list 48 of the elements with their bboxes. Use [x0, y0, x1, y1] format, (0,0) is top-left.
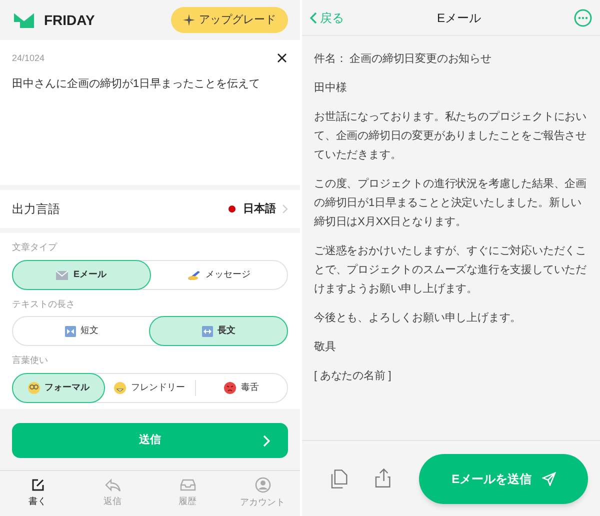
reply-icon [104, 478, 120, 492]
share-icon[interactable] [374, 468, 394, 490]
angry-face-icon [224, 382, 236, 394]
section-label: 言葉使い [12, 354, 49, 367]
grinning-face-icon [114, 382, 126, 394]
segment-option[interactable]: 毒舌 [195, 372, 288, 402]
screen-title: Eメール [436, 10, 481, 26]
copy-icon[interactable] [330, 468, 348, 488]
section-label: 文章タイプ [12, 241, 58, 254]
segment-option[interactable]: 短文 [12, 316, 151, 346]
envelope-logo-icon [12, 10, 36, 30]
email-paragraph: お世話になっております。私たちのプロジェクトにおいて、企画の締切日の変更がありましたことをご報告させていただきます。 [314, 110, 588, 163]
character-counter: 24/1024 [12, 52, 45, 65]
writing-hand-icon [186, 270, 200, 280]
user-circle-icon [254, 477, 270, 494]
segment-option[interactable]: Eメール [12, 260, 151, 290]
segment-option[interactable]: フォーマル [12, 372, 105, 402]
email-paragraph: 今後とも、よろしくお願い申し上げます。 [314, 311, 522, 326]
chevron-right-icon [282, 204, 288, 214]
app-name: FRIDAY [44, 10, 95, 30]
email-paragraph: この度、プロジェクトの進行状況を考慮した結果、企画の締切日が1日早まることと決定いたしました。新しい締切日はX月XX日となります。 [314, 176, 588, 230]
paper-plane-icon [542, 472, 556, 486]
segment-option[interactable]: メッセージ [149, 260, 288, 290]
chevron-right-icon [263, 434, 270, 446]
skip-icon [64, 326, 76, 336]
email-paragraph: 敬具 [314, 340, 337, 355]
language-value[interactable]: 日本語 [243, 200, 276, 218]
output-language-label: 出力言語 [12, 201, 60, 218]
japan-flag-icon [227, 204, 237, 214]
email-paragraph: ご迷惑をおかけいたしますが、すぐにご対応いただくことで、プロジェクトのスムーズな進行を支援していただけますようお願い申し上げます。 [314, 244, 588, 297]
prompt-input[interactable]: 田中さんに企画の締切が1日早まったことを伝えて [12, 76, 288, 92]
segment-option[interactable]: 長文 [149, 316, 288, 346]
close-icon[interactable] [277, 53, 287, 63]
envelope-icon [56, 270, 68, 280]
more-icon[interactable] [574, 8, 592, 26]
tab-bar-item[interactable]: 書く [0, 471, 75, 516]
email-paragraph: 田中様 [314, 81, 348, 96]
pencil-square-icon [30, 478, 44, 492]
chevron-left-icon [310, 12, 317, 24]
tray-icon [180, 478, 196, 492]
sparkle-icon [183, 14, 195, 26]
segment-option[interactable]: フレンドリー [103, 372, 196, 402]
nerd-face-icon [28, 382, 40, 394]
upgrade-button[interactable]: アップグレード [171, 7, 288, 33]
section-label: テキストの長さ [12, 298, 76, 310]
email-paragraph: [ あなたの名前 ] [314, 369, 392, 384]
email-paragraph: 件名： 企画の締切日変更のお知らせ [314, 52, 492, 67]
double-arrow-icon [202, 326, 212, 336]
